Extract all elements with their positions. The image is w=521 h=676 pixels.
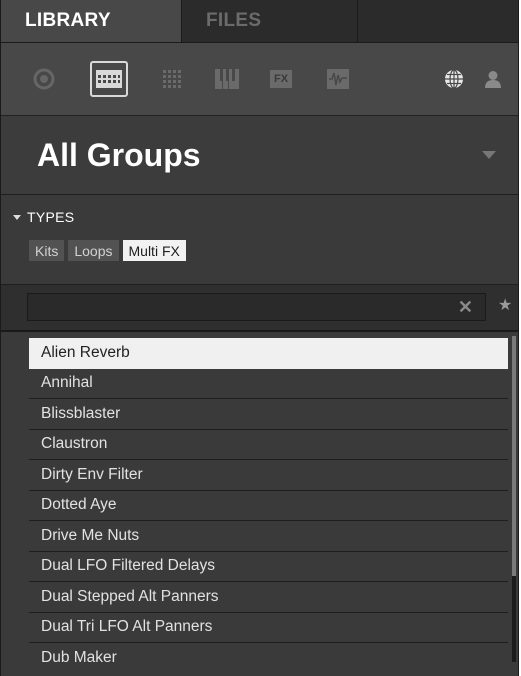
type-chip-kits[interactable]: Kits: [29, 240, 65, 261]
chevron-down-icon[interactable]: [482, 151, 496, 159]
tab-files[interactable]: FILES: [182, 0, 358, 42]
list-item[interactable]: Dub Maker: [29, 643, 508, 662]
tab-bar: LIBRARY FILES: [1, 0, 518, 43]
search-input[interactable]: [28, 294, 458, 322]
list-item[interactable]: Alien Reverb: [29, 338, 508, 369]
type-chip-loops[interactable]: Loops: [68, 240, 119, 261]
sample-grid-icon[interactable]: [155, 63, 189, 95]
search-row: ✕ ★: [1, 285, 518, 331]
result-rows: Alien Reverb Annihal Blissblaster Claust…: [29, 338, 508, 662]
list-item[interactable]: Dual LFO Filtered Delays: [29, 552, 508, 582]
list-item[interactable]: Dual Tri LFO Alt Panners: [29, 613, 508, 643]
list-item[interactable]: Dirty Env Filter: [29, 460, 508, 491]
list-item[interactable]: Dual Stepped Alt Panners: [29, 582, 508, 613]
scrollbar-thumb[interactable]: [512, 336, 516, 576]
clear-icon[interactable]: ✕: [458, 297, 473, 318]
favorite-star-icon[interactable]: ★: [498, 295, 512, 315]
group-selector[interactable]: All Groups: [1, 116, 518, 195]
fx-icon-label: FX: [270, 70, 292, 88]
list-item[interactable]: Blissblaster: [29, 399, 508, 430]
globe-icon[interactable]: [437, 63, 471, 95]
tab-bar-filler: [358, 0, 518, 42]
waveform-icon[interactable]: [321, 63, 355, 95]
types-section: TYPES Kits Loops Multi FX: [1, 195, 518, 285]
list-item[interactable]: Claustron: [29, 430, 508, 460]
fx-icon[interactable]: FX: [264, 63, 298, 95]
type-chip-multi-fx[interactable]: Multi FX: [122, 240, 186, 261]
content-type-toolbar: FX: [1, 43, 518, 116]
list-item[interactable]: Annihal: [29, 369, 508, 399]
types-header[interactable]: TYPES: [13, 209, 74, 225]
list-item[interactable]: Drive Me Nuts: [29, 521, 508, 552]
user-icon[interactable]: [476, 63, 510, 95]
list-item[interactable]: Dotted Aye: [29, 491, 508, 521]
kit-grid-icon[interactable]: [90, 61, 128, 97]
record-icon[interactable]: [27, 63, 61, 95]
library-panel: LIBRARY FILES FX All Groups TYPES Kits L…: [0, 0, 519, 676]
collapse-triangle-icon: [13, 214, 21, 220]
group-selector-title: All Groups: [37, 136, 201, 173]
keys-icon[interactable]: [210, 63, 244, 95]
search-box: ✕: [27, 293, 486, 322]
results-list: Alien Reverb Annihal Blissblaster Claust…: [1, 331, 518, 662]
scrollbar[interactable]: [512, 336, 516, 662]
types-header-label: TYPES: [27, 209, 75, 225]
type-chips: Kits Loops Multi FX: [29, 240, 186, 261]
tab-library[interactable]: LIBRARY: [1, 0, 182, 42]
